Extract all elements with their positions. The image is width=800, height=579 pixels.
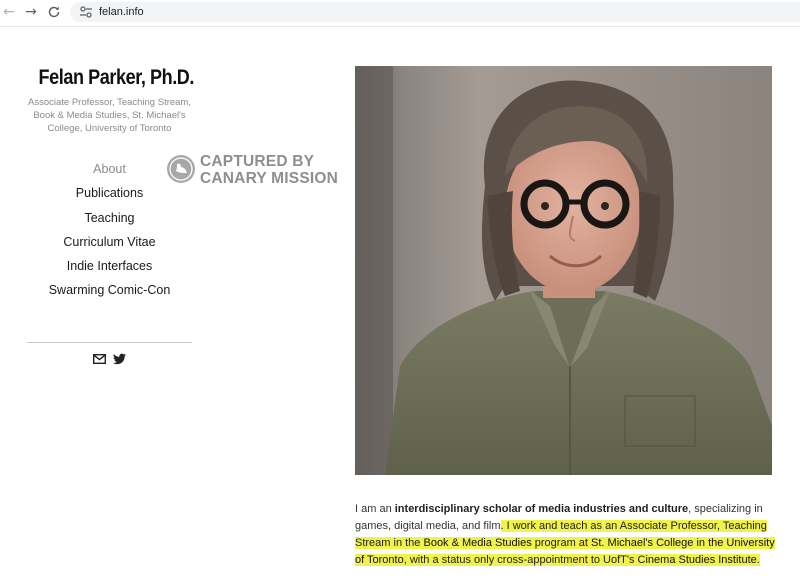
cinema-studies-institute-link[interactable]: Cinema Studies Institute xyxy=(637,554,757,566)
nav-item-indie-interfaces[interactable]: Indie Interfaces xyxy=(27,257,192,281)
bio-highlight-4: . xyxy=(756,554,760,566)
book-media-studies-link[interactable]: Book & Media Studies xyxy=(423,537,532,549)
url-text[interactable]: felan.info xyxy=(99,5,144,19)
watermark: CAPTURED BY CANARY MISSION xyxy=(167,153,347,189)
bio-text-1: I am an xyxy=(355,503,395,515)
sidebar-divider xyxy=(27,342,192,343)
bio-highlight-3: , with a status only cross-appointment t… xyxy=(403,554,638,566)
back-arrow-icon[interactable]: ← xyxy=(0,3,18,21)
site-subtitle: Associate Professor, Teaching Stream, Bo… xyxy=(28,97,191,134)
portrait-illustration xyxy=(355,66,772,475)
site-settings-icon[interactable] xyxy=(79,5,93,19)
canary-bird-icon xyxy=(167,155,195,183)
portrait-photo xyxy=(355,66,772,475)
watermark-line-1: CAPTURED BY xyxy=(200,153,315,170)
twitter-icon[interactable] xyxy=(113,353,126,365)
nav-item-swarming-comic-con[interactable]: Swarming Comic-Con xyxy=(27,281,192,305)
watermark-text: CAPTURED BY CANARY MISSION xyxy=(200,153,338,187)
social-links xyxy=(93,353,129,367)
browser-toolbar: ← → felan.info xyxy=(0,0,800,27)
address-bar[interactable]: felan.info xyxy=(70,2,800,22)
forward-arrow-icon[interactable]: → xyxy=(22,3,40,21)
nav-item-teaching[interactable]: Teaching xyxy=(27,209,192,233)
bio-emphasis: interdisciplinary scholar of media indus… xyxy=(394,503,689,515)
bio-paragraph: I am an interdisciplinary scholar of med… xyxy=(355,501,775,569)
bio-highlight-2: program at xyxy=(531,537,592,549)
mail-icon[interactable] xyxy=(93,354,106,364)
nav-item-curriculum-vitae[interactable]: Curriculum Vitae xyxy=(27,233,192,257)
reload-icon[interactable] xyxy=(45,3,63,21)
site-title[interactable]: Felan Parker, Ph.D. xyxy=(39,66,195,90)
watermark-line-2: CANARY MISSION xyxy=(200,170,339,187)
